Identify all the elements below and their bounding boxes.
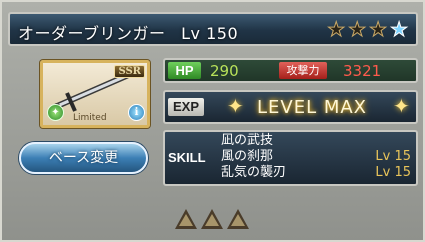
uncap-triangle-icon <box>227 209 249 229</box>
hp-value: 290 <box>210 62 239 80</box>
info-icon[interactable]: i <box>128 104 145 121</box>
weapon-level: Lv 150 <box>181 24 239 43</box>
skill-row: 風の刹那 Lv 15 <box>221 149 411 165</box>
wind-icon: ✦ <box>47 104 64 121</box>
weapon-detail-popup: オーダーブリンガー Lv 150 ★ ★ ★ ★ SSR ✦ Limited i… <box>0 0 425 242</box>
star-empty-icon: ★ <box>369 17 388 41</box>
weapon-title: オーダーブリンガー Lv 150 <box>18 20 238 44</box>
skill-label: SKILL <box>168 150 206 165</box>
level-max-text: LEVEL MAX <box>256 97 367 118</box>
star-empty-icon: ★ <box>327 17 346 41</box>
skill-list: 凪の武技 風の刹那 Lv 15 乱気の襲刃 Lv 15 <box>221 133 411 181</box>
rarity-badge: SSR <box>114 65 145 78</box>
hp-label: HP <box>168 62 201 79</box>
skill-name: 凪の武技 <box>221 133 274 148</box>
exp-panel: EXP ✦ LEVEL MAX ✦ <box>163 90 418 124</box>
weapon-header: オーダーブリンガー Lv 150 ★ ★ ★ ★ <box>8 12 418 46</box>
star-rating: ★ ★ ★ ★ <box>327 17 409 41</box>
exp-label: EXP <box>168 98 204 116</box>
uncap-triangle-icon <box>201 209 223 229</box>
star-blue-icon: ★ <box>390 17 409 41</box>
sparkle-icon: ✦ <box>393 94 410 118</box>
skill-name: 乱気の襲刃 <box>221 165 287 180</box>
skill-row: 凪の武技 <box>221 133 411 149</box>
star-empty-icon: ★ <box>348 17 367 41</box>
skill-row: 乱気の襲刃 Lv 15 <box>221 165 411 181</box>
skill-level: Lv 15 <box>375 149 411 164</box>
weapon-card[interactable]: SSR ✦ Limited i <box>40 60 150 128</box>
change-base-button[interactable]: ベース変更 <box>19 142 148 174</box>
stats-panel: HP 290 攻撃力 3321 <box>163 58 418 83</box>
uncap-indicator <box>175 209 249 229</box>
limited-tag: Limited <box>73 113 107 123</box>
uncap-triangle-icon <box>175 209 197 229</box>
attack-label: 攻撃力 <box>279 62 327 79</box>
skill-name: 風の刹那 <box>221 149 274 164</box>
skill-level: Lv 15 <box>375 165 411 180</box>
skill-panel: SKILL 凪の武技 風の刹那 Lv 15 乱気の襲刃 Lv 15 <box>163 130 418 186</box>
attack-value: 3321 <box>343 62 382 80</box>
weapon-name: オーダーブリンガー <box>18 24 166 43</box>
